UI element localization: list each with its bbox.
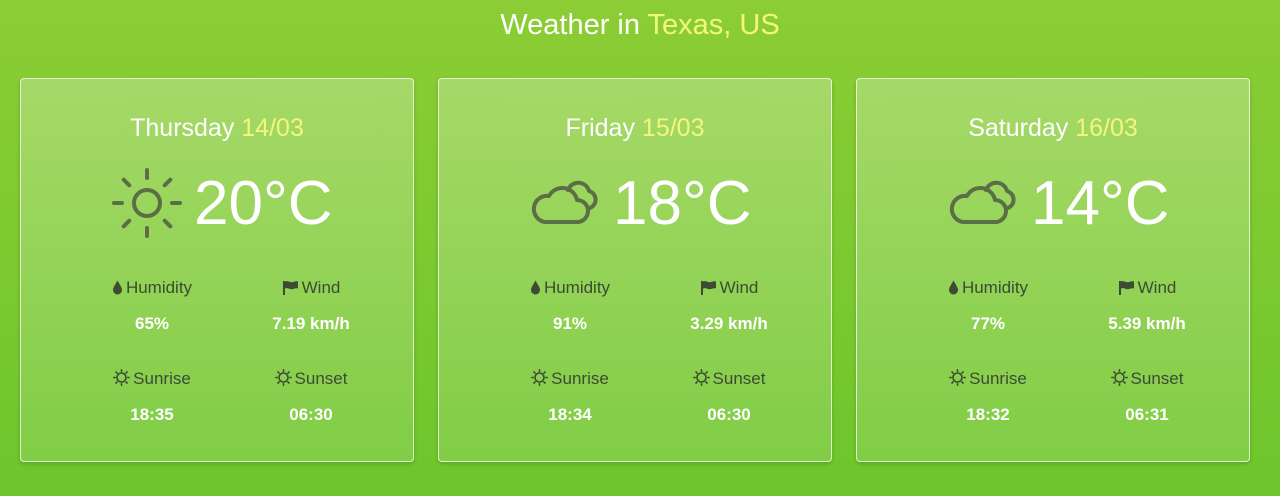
wind-stat: Wind 5.39 km/h [1057, 277, 1237, 335]
wind-stat: Wind 3.29 km/h [639, 277, 819, 335]
sunrise-stat: Sunrise 18:32 [898, 368, 1078, 426]
sunset-value: 06:30 [707, 405, 751, 424]
sunset-label: Sunset [639, 368, 819, 390]
droplet-icon [530, 280, 540, 295]
wind-label: Wind [1057, 277, 1237, 299]
page-title: Weather in Texas, US [0, 6, 1280, 44]
sun-small-icon [949, 369, 967, 387]
humidity-value: 65% [134, 314, 170, 333]
title-location: Texas, US [647, 9, 780, 41]
card-title: Saturday 16/03 [857, 113, 1249, 143]
sun-small-icon [274, 369, 292, 387]
humidity-label: Humidity [898, 277, 1078, 299]
wind-value: 5.39 km/h [1108, 314, 1186, 333]
forecast-card-saturday: Saturday 16/03 14°C Humidity 77% Wind 5.… [856, 78, 1250, 462]
sun-small-icon [113, 369, 131, 387]
sun-icon [112, 168, 182, 238]
day-date: 15/03 [641, 114, 705, 142]
humidity-value: 77% [970, 314, 1006, 333]
sunrise-value: 18:32 [966, 405, 1010, 424]
temperature: 18°C [613, 169, 752, 238]
title-prefix: Weather in [500, 9, 640, 41]
humidity-stat: Humidity 77% [898, 277, 1078, 335]
sunset-stat: Sunset 06:31 [1057, 368, 1237, 426]
sunset-value: 06:30 [289, 405, 333, 424]
day-name: Friday [565, 114, 635, 142]
card-title: Friday 15/03 [439, 113, 831, 143]
wind-value: 3.29 km/h [690, 314, 768, 333]
card-title: Thursday 14/03 [21, 113, 413, 143]
sunrise-stat: Sunrise 18:34 [480, 368, 660, 426]
flag-icon [282, 281, 298, 295]
sunset-value: 06:31 [1125, 405, 1169, 424]
sunrise-value: 18:35 [130, 405, 174, 424]
sun-small-icon [1110, 369, 1128, 387]
wind-label: Wind [639, 277, 819, 299]
temperature: 20°C [194, 169, 333, 238]
day-name: Thursday [130, 114, 235, 142]
flag-icon [700, 281, 716, 295]
droplet-icon [948, 280, 958, 295]
sunrise-stat: Sunrise 18:35 [62, 368, 242, 426]
humidity-label: Humidity [480, 277, 660, 299]
sunset-label: Sunset [1057, 368, 1237, 390]
humidity-stat: Humidity 65% [62, 277, 242, 335]
wind-stat: Wind 7.19 km/h [221, 277, 401, 335]
sunset-stat: Sunset 06:30 [221, 368, 401, 426]
day-date: 14/03 [241, 114, 304, 142]
sunrise-label: Sunrise [62, 368, 242, 390]
day-date: 16/03 [1075, 114, 1138, 142]
droplet-icon [112, 280, 122, 295]
humidity-stat: Humidity 91% [480, 277, 660, 335]
forecast-card-thursday: Thursday 14/03 20°C Humidity 65% Wind 7.… [20, 78, 414, 462]
sunrise-label: Sunrise [898, 368, 1078, 390]
day-name: Saturday [968, 114, 1069, 142]
sunset-stat: Sunset 06:30 [639, 368, 819, 426]
sunrise-value: 18:34 [548, 405, 592, 424]
sunset-label: Sunset [221, 368, 401, 390]
flag-icon [1118, 281, 1134, 295]
humidity-value: 91% [552, 314, 588, 333]
sun-small-icon [531, 369, 549, 387]
forecast-card-friday: Friday 15/03 18°C Humidity 91% Wind 3.29… [438, 78, 832, 462]
cloud-icon [949, 180, 1016, 224]
sun-small-icon [692, 369, 710, 387]
sunrise-label: Sunrise [480, 368, 660, 390]
temperature: 14°C [1031, 169, 1170, 238]
cloud-icon [531, 180, 598, 224]
wind-value: 7.19 km/h [272, 314, 350, 333]
humidity-label: Humidity [62, 277, 242, 299]
wind-label: Wind [221, 277, 401, 299]
